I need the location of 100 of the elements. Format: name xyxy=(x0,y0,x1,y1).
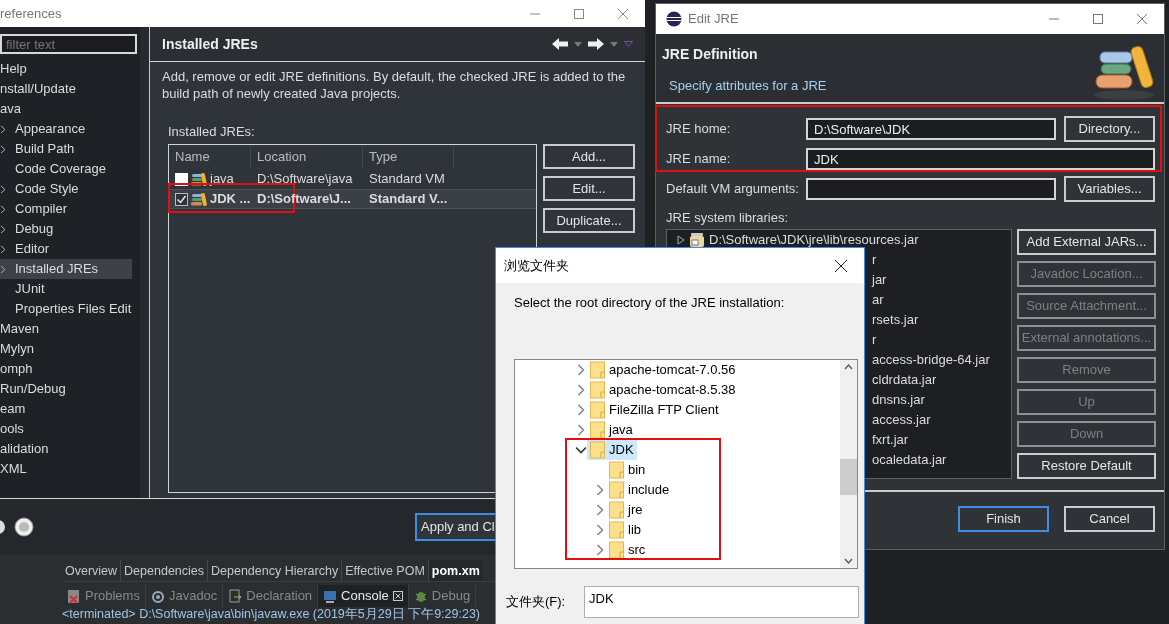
library-item[interactable]: access.jar xyxy=(872,410,931,430)
tree-item[interactable]: JUnit xyxy=(0,279,132,299)
forward-arrow-icon[interactable] xyxy=(588,38,604,50)
library-item[interactable]: ar xyxy=(872,290,884,310)
folder-item[interactable]: FileZilla FTP Client xyxy=(587,400,722,420)
browse-button[interactable]: Variables... xyxy=(1064,176,1155,202)
library-item[interactable]: dnsns.jar xyxy=(872,390,925,410)
text-field[interactable] xyxy=(806,178,1056,200)
tree-item[interactable]: Run/Debug xyxy=(0,379,132,399)
tree-item[interactable]: XML xyxy=(0,459,132,479)
circle-icon[interactable] xyxy=(14,517,34,537)
browse-button[interactable]: Directory... xyxy=(1064,116,1155,142)
table-row[interactable]: java D:\Software\java Standard VM xyxy=(169,169,536,189)
table-action-button[interactable]: Duplicate... xyxy=(543,208,635,233)
editor-tab[interactable]: Dependencies xyxy=(121,560,208,581)
text-field[interactable]: D:\Software\JDK xyxy=(806,118,1056,140)
tree-item[interactable]: Properties Files Edit xyxy=(0,299,132,319)
folder-item[interactable]: bin xyxy=(606,460,649,480)
tree-item[interactable]: Help xyxy=(0,59,132,79)
tree-item[interactable]: Debug xyxy=(0,219,132,239)
scrollbar-thumb[interactable] xyxy=(840,459,857,495)
view-tab[interactable]: Console xyxy=(318,585,409,607)
view-tab[interactable]: Problems xyxy=(62,585,146,607)
field-label: 文件夹(F): xyxy=(506,593,567,612)
chevron-right-icon[interactable] xyxy=(575,424,587,436)
editor-tab[interactable]: Effective POM xyxy=(342,560,429,581)
tree-item[interactable]: ava xyxy=(0,99,132,119)
text-field[interactable]: JDK xyxy=(806,148,1155,170)
editor-tab[interactable]: Dependency Hierarchy xyxy=(208,560,343,581)
chevron-right-icon[interactable] xyxy=(594,484,606,496)
table-cell-text: java xyxy=(210,170,234,189)
chevron-right-icon[interactable] xyxy=(594,504,606,516)
library-item[interactable]: D:\Software\JDK\jre\lib\resources.jar xyxy=(677,230,919,250)
library-item[interactable]: rsets.jar xyxy=(872,310,919,330)
folder-item[interactable]: jre xyxy=(606,500,646,520)
tree-item[interactable]: ools xyxy=(0,419,132,439)
folder-item[interactable]: java xyxy=(587,420,636,440)
chevron-right-icon[interactable] xyxy=(575,384,587,396)
library-action-button[interactable]: Restore Default xyxy=(1017,453,1156,479)
column-header[interactable]: Location xyxy=(251,146,363,168)
list-label: JRE system libraries: xyxy=(666,209,790,227)
folder-field[interactable]: JDK xyxy=(584,586,859,618)
maximize-icon[interactable] xyxy=(1093,14,1103,24)
folder-item[interactable]: apache-tomcat-7.0.56 xyxy=(587,360,739,380)
maximize-icon[interactable] xyxy=(574,8,584,19)
chevron-right-icon[interactable] xyxy=(594,544,606,556)
checkbox[interactable] xyxy=(175,192,188,206)
folder-item[interactable]: include xyxy=(606,480,673,500)
scroll-up-icon[interactable] xyxy=(844,364,853,370)
close-icon[interactable] xyxy=(835,259,847,272)
library-item[interactable]: ocaledata.jar xyxy=(872,450,947,470)
tree-item[interactable]: Compiler xyxy=(0,199,132,219)
scroll-down-icon[interactable] xyxy=(844,558,853,564)
library-item[interactable]: r xyxy=(872,250,877,270)
caret-icon[interactable] xyxy=(574,41,582,47)
tab-label: Javadoc xyxy=(168,587,218,606)
cancel-button[interactable]: Cancel xyxy=(1064,506,1155,532)
back-arrow-icon[interactable] xyxy=(552,38,568,50)
library-item[interactable]: r xyxy=(872,330,877,350)
chevron-right-icon[interactable] xyxy=(575,364,587,376)
tree-item[interactable]: Installed JREs xyxy=(0,259,132,279)
tab-label: Debug xyxy=(431,587,471,606)
tree-item[interactable]: nstall/Update xyxy=(0,79,132,99)
filter-field[interactable]: filter text xyxy=(0,34,137,54)
tree-item[interactable]: eam xyxy=(0,399,132,419)
finish-button[interactable]: Finish xyxy=(958,506,1049,532)
tree-item[interactable]: Mylyn xyxy=(0,339,132,359)
library-action-button[interactable]: Add External JARs... xyxy=(1017,229,1156,255)
library-item[interactable]: fxrt.jar xyxy=(872,430,909,450)
folder-item[interactable]: lib xyxy=(606,520,644,540)
library-item[interactable]: jar xyxy=(872,270,887,290)
field-label: Default VM arguments: xyxy=(666,180,800,199)
chevron-down-icon[interactable] xyxy=(575,444,587,456)
splitter-bar[interactable] xyxy=(140,27,150,498)
tree-item[interactable]: Code Style xyxy=(0,179,132,199)
editor-tab[interactable]: pom.xm xyxy=(428,560,483,581)
apply-and-close-button[interactable]: Apply and Cl xyxy=(415,513,495,541)
view-tab[interactable]: Javadoc xyxy=(145,585,224,607)
tree-item[interactable]: Editor xyxy=(0,239,132,259)
table-action-button[interactable]: Edit... xyxy=(543,176,635,201)
chevron-right-icon[interactable] xyxy=(594,524,606,536)
tree-item[interactable]: Code Coverage xyxy=(0,159,132,179)
view-tab[interactable]: Debug xyxy=(408,585,477,607)
tree-item[interactable]: Maven xyxy=(0,319,132,339)
tree-item[interactable]: alidation xyxy=(0,439,132,459)
tree-item[interactable]: omph xyxy=(0,359,132,379)
library-item[interactable]: cldrdata.jar xyxy=(872,370,937,390)
editor-tab[interactable]: Overview xyxy=(62,560,122,581)
column-header[interactable]: Name xyxy=(169,146,251,168)
folder-item[interactable]: JDK xyxy=(587,440,637,460)
column-header[interactable]: Type xyxy=(363,146,454,168)
tree-item[interactable]: Build Path xyxy=(0,139,132,159)
folder-item[interactable]: apache-tomcat-8.5.38 xyxy=(587,380,739,400)
folder-item[interactable]: src xyxy=(606,540,649,560)
library-item[interactable]: access-bridge-64.jar xyxy=(872,350,990,370)
tree-item[interactable]: Appearance xyxy=(0,119,132,139)
chevron-right-icon[interactable] xyxy=(575,404,587,416)
table-cell-text: D:\Software\java xyxy=(256,170,354,189)
table-action-button[interactable]: Add... xyxy=(543,144,635,169)
folder-icon xyxy=(590,441,605,459)
